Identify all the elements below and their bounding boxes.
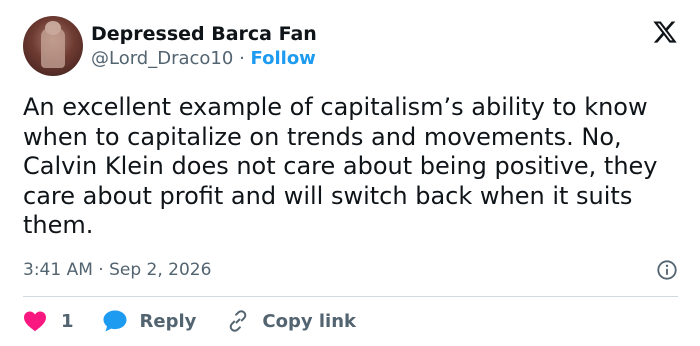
tweet-text: An excellent example of capitalism’s abi… xyxy=(23,93,658,239)
like-count: 1 xyxy=(61,310,74,332)
tweet-meta: 3:41 AM · Sep 2, 2026 xyxy=(23,259,678,281)
timestamp-separator: · xyxy=(98,260,104,280)
copy-link-button[interactable]: Copy link xyxy=(226,309,356,333)
link-icon xyxy=(230,310,247,332)
tweet-header: Depressed Barca Fan @Lord_Draco10 · Foll… xyxy=(23,16,317,76)
x-logo-icon[interactable] xyxy=(652,19,678,45)
follow-button[interactable]: Follow xyxy=(251,48,316,69)
copy-link-label: Copy link xyxy=(262,310,356,332)
divider xyxy=(23,296,678,297)
author-handle-row: @Lord_Draco10 · Follow xyxy=(91,47,317,71)
author-info: Depressed Barca Fan @Lord_Draco10 · Foll… xyxy=(91,22,317,71)
info-icon[interactable] xyxy=(656,259,678,281)
tweet-time: 3:41 AM xyxy=(23,260,93,280)
avatar[interactable] xyxy=(23,16,83,76)
reply-button[interactable]: Reply xyxy=(102,309,197,333)
tweet-timestamp[interactable]: 3:41 AM · Sep 2, 2026 xyxy=(23,260,211,280)
avatar-figure xyxy=(41,28,65,68)
heart-icon xyxy=(24,311,46,332)
reply-label: Reply xyxy=(139,310,197,332)
action-bar: 1 Reply Copy link xyxy=(23,309,356,333)
author-handle[interactable]: @Lord_Draco10 xyxy=(91,48,233,69)
author-display-name[interactable]: Depressed Barca Fan xyxy=(91,22,317,46)
tweet-card: Depressed Barca Fan @Lord_Draco10 · Foll… xyxy=(0,0,700,346)
handle-separator: · xyxy=(239,47,245,69)
tweet-date: Sep 2, 2026 xyxy=(109,260,212,280)
like-button[interactable]: 1 xyxy=(23,310,74,332)
speech-bubble-icon xyxy=(103,310,127,332)
